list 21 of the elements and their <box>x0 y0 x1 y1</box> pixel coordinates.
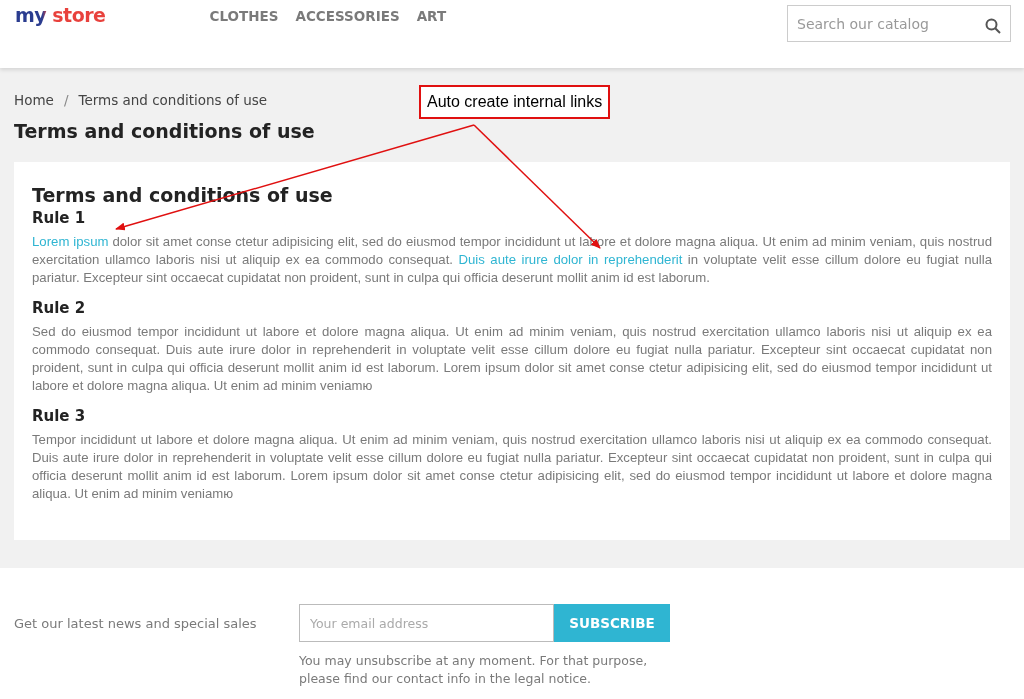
rule-heading: Rule 1 <box>32 209 87 227</box>
rule-heading: Rule 2 <box>32 299 87 317</box>
breadcrumb-link[interactable]: Terms and conditions of use <box>78 92 268 108</box>
rule-paragraph: Tempor incididunt ut labore et dolore magna aliqua. Ut enim ad minim veniam, quis nostrud exercitation ullamco laboris nisi ut aliquip ex ea commodo consequat. Duis aute irure dolor in reprehenderit in voluptate velit esse cillum dolore eu fugiat nulla pariatur. Excepteur sint occaecat cupidatat non proident, sunt in culpa qui officia deserunt mollit anim id est laborum. Lorem ipsum dolor sit amet conse ctetur adipisicing elit, sed do eiusmod tempor incididunt ut labore et dolore magna aliqua. Ut enim ad minim veniamю <box>32 431 992 503</box>
annotation-label: Auto create internal links <box>419 85 611 119</box>
email-field[interactable]: Your email address <box>299 604 554 642</box>
subscribe-button[interactable]: SUBSCRIBE <box>554 604 670 642</box>
internal-link[interactable]: Lorem ipsum <box>32 234 109 249</box>
newsletter-text: Get our latest news and special sales <box>14 616 258 633</box>
search-field[interactable]: Search our catalog <box>787 5 1011 42</box>
breadcrumb-link[interactable]: Home <box>14 92 54 108</box>
breadcrumb-separator: / <box>63 92 69 108</box>
nav-link[interactable]: ART <box>416 8 447 24</box>
rule-paragraph: Sed do eiusmod tempor incididunt ut labore et dolore magna aliqua. Ut enim ad minim veniam, quis nostrud exercitation ullamco laboris nisi ut aliquip ex ea commodo consequat. Duis aute irure dolor in reprehenderit in voluptate velit esse cillum dolore eu fugiat nulla pariatur. Excepteur sint occaecat cupidatat non proident, sunt in culpa qui officia deserunt mollit anim id est laborum. Lorem ipsum dolor sit amet conse ctetur adipisicing elit, sed do eiusmod tempor incididunt ut labore et dolore magna aliqua. Ut enim ad minim veniamю <box>32 323 992 395</box>
nav-link[interactable]: CLOTHES <box>209 8 279 24</box>
page-title: Terms and conditions of use <box>14 120 316 142</box>
rule-heading: Rule 3 <box>32 407 87 425</box>
newsletter-note: You may unsubscribe at any moment. For that purpose, please find our contact info in the legal notice. <box>299 652 649 688</box>
nav-link[interactable]: ACCESSORIES <box>295 8 400 24</box>
search-icon[interactable] <box>985 18 1001 34</box>
internal-link[interactable]: Duis aute irure dolor in reprehenderit <box>458 252 683 267</box>
